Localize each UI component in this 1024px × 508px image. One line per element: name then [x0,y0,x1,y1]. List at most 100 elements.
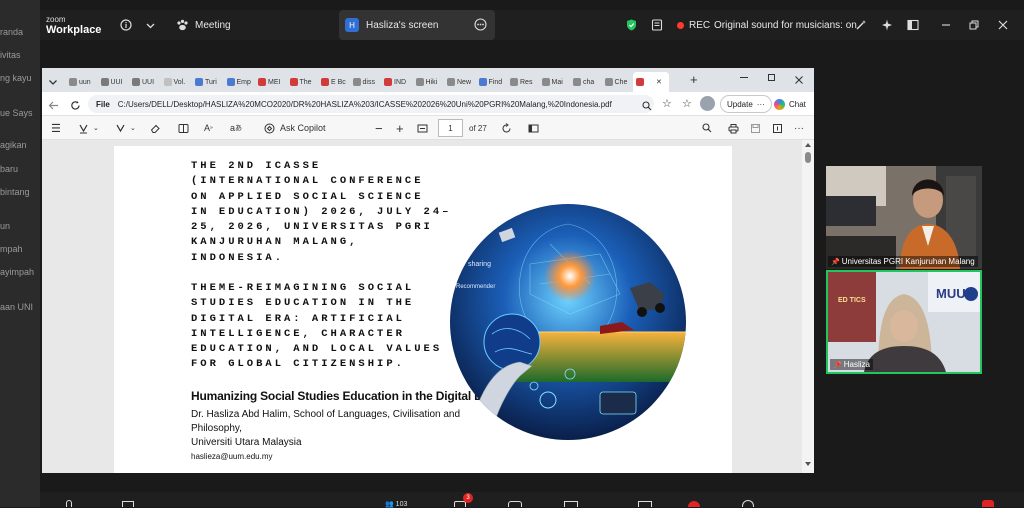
scroll-up-arrow-icon[interactable] [805,143,811,147]
refresh-icon[interactable] [70,98,81,116]
highlight-icon[interactable] [78,116,89,140]
browser-tab[interactable]: UUI [129,72,159,92]
rotate-icon[interactable] [501,116,512,140]
browser-restore-icon[interactable] [768,74,775,81]
browser-tab[interactable]: uun [66,72,96,92]
browser-tab[interactable]: New [444,72,474,92]
browser-tab[interactable]: Turi [192,72,222,92]
browser-tab[interactable]: The [287,72,317,92]
ask-copilot-button[interactable]: Ask Copilot [260,116,326,140]
page-number-input[interactable]: 1 [438,119,463,137]
more-tools-icon[interactable]: ··· [794,116,804,140]
draw-options-chevron-icon[interactable]: ⌄ [130,116,136,140]
highlight-options-chevron-icon[interactable]: ⌄ [93,116,99,140]
title-line: ON APPLIED SOCIAL SCIENCE [191,190,424,203]
desktop-text-fragment: ivitas [0,50,21,60]
print-icon[interactable] [728,116,739,140]
shield-icon[interactable] [626,10,637,40]
profile-avatar[interactable] [700,96,715,111]
browser-tab[interactable]: diss [350,72,380,92]
participant-tile-active-speaker[interactable]: ED TICS MUU 📌 Hasliza [826,270,982,374]
tab-favicon-icon [69,78,77,86]
browser-tab-active[interactable]: ✕ [633,72,669,92]
record-icon[interactable] [688,501,700,507]
title-line: THE 2ND ICASSE [191,160,322,172]
pdf-scrollbar[interactable] [802,140,814,473]
search-icon[interactable] [702,116,712,140]
minimize-icon[interactable] [941,10,951,40]
wand-icon[interactable] [855,10,867,40]
info-icon[interactable] [120,10,132,40]
close-icon[interactable] [998,10,1008,40]
browser-tab[interactable]: Mai [539,72,569,92]
conference-title: THE 2ND ICASSE (INTERNATIONAL CONFERENCE… [191,159,451,266]
page-view-icon[interactable] [178,116,189,140]
notes-icon[interactable] [651,10,663,40]
browser-tab[interactable]: Find [476,72,506,92]
fit-to-page-icon[interactable] [417,116,428,140]
browser-tab[interactable]: Emp [224,72,254,92]
tab-shared-screen[interactable]: H Hasliza's screen [339,10,495,40]
eraser-icon[interactable] [150,116,161,140]
browser-close-icon[interactable] [794,72,804,90]
update-button-label: Update [727,99,753,109]
save-as-icon[interactable] [772,116,783,140]
zoom-logo: zoom Workplace [46,10,101,40]
restore-icon[interactable] [969,10,979,40]
draw-icon[interactable] [115,116,126,140]
tab-meeting[interactable]: Meeting [176,10,235,40]
close-tab-icon[interactable]: ✕ [656,78,662,86]
new-tab-button[interactable]: + [690,73,698,86]
leave-button[interactable] [982,500,994,507]
two-page-view-icon[interactable] [528,116,539,140]
browser-tab[interactable]: cha [570,72,600,92]
share-screen-icon[interactable] [564,501,578,507]
favorites-list-icon[interactable]: ☆ [682,97,692,110]
participant-tile[interactable]: 📌 Universitas PGRI Kanjuruhan Malang [826,166,982,269]
apps-icon[interactable] [638,501,652,507]
recording-indicator[interactable]: REC [677,10,710,40]
pin-icon: 📌 [831,259,840,266]
chevron-down-icon[interactable] [146,10,155,40]
browser-minimize-icon[interactable] [740,77,748,78]
url-field[interactable]: File C:/Users/DELL/Desktop/HASLIZA%20MCO… [88,95,654,113]
browser-tab[interactable]: E Bc [318,72,348,92]
theme-line: INTELLIGENCE, CHARACTER [191,327,405,340]
sparkle-icon[interactable] [881,10,893,40]
favorite-star-icon[interactable]: ☆ [662,97,672,110]
copilot-chat-button[interactable]: Chat [770,95,810,113]
scroll-thumb[interactable] [805,152,811,163]
tab-favicon-icon [510,78,518,86]
tab-favicon-icon [132,78,140,86]
side-panel-icon[interactable] [907,10,919,40]
mic-icon[interactable] [66,500,72,507]
zoom-in-button[interactable]: + [396,116,404,140]
update-button[interactable]: Update ··· [720,95,772,113]
browser-tab[interactable]: Hiki [413,72,443,92]
participant-name-text: Hasliza [843,360,870,369]
save-icon[interactable] [750,116,761,140]
translate-icon[interactable]: aあ [230,116,242,140]
browser-tab-label: The [299,78,312,86]
react-icon[interactable] [508,501,522,507]
browser-tab[interactable]: Vol. [161,72,191,92]
browser-tab[interactable]: UUI [98,72,128,92]
original-sound-status[interactable]: Original sound for musicians: on [714,10,857,40]
browser-tab[interactable]: Res [507,72,537,92]
scroll-down-arrow-icon[interactable] [805,462,811,466]
video-icon[interactable] [122,501,134,507]
tab-list-chevron-icon[interactable] [48,74,58,92]
more-options-icon[interactable] [474,18,487,34]
browser-tab[interactable]: IND [381,72,411,92]
read-aloud-icon[interactable]: A» [204,116,213,140]
zoom-out-button[interactable]: − [375,116,383,140]
more-icon[interactable] [742,500,754,507]
browser-tab[interactable]: MEI [255,72,285,92]
browser-tab-label: Che [614,78,628,86]
contents-icon[interactable]: ☰ [51,116,61,140]
pdf-viewer-canvas: THE 2ND ICASSE (INTERNATIONAL CONFERENCE… [42,140,814,473]
back-icon[interactable] [48,98,59,116]
browser-tab[interactable]: Che [602,72,632,92]
desktop-text-fragment: ayimpah [0,267,35,277]
zoom-search-icon[interactable] [642,98,652,116]
